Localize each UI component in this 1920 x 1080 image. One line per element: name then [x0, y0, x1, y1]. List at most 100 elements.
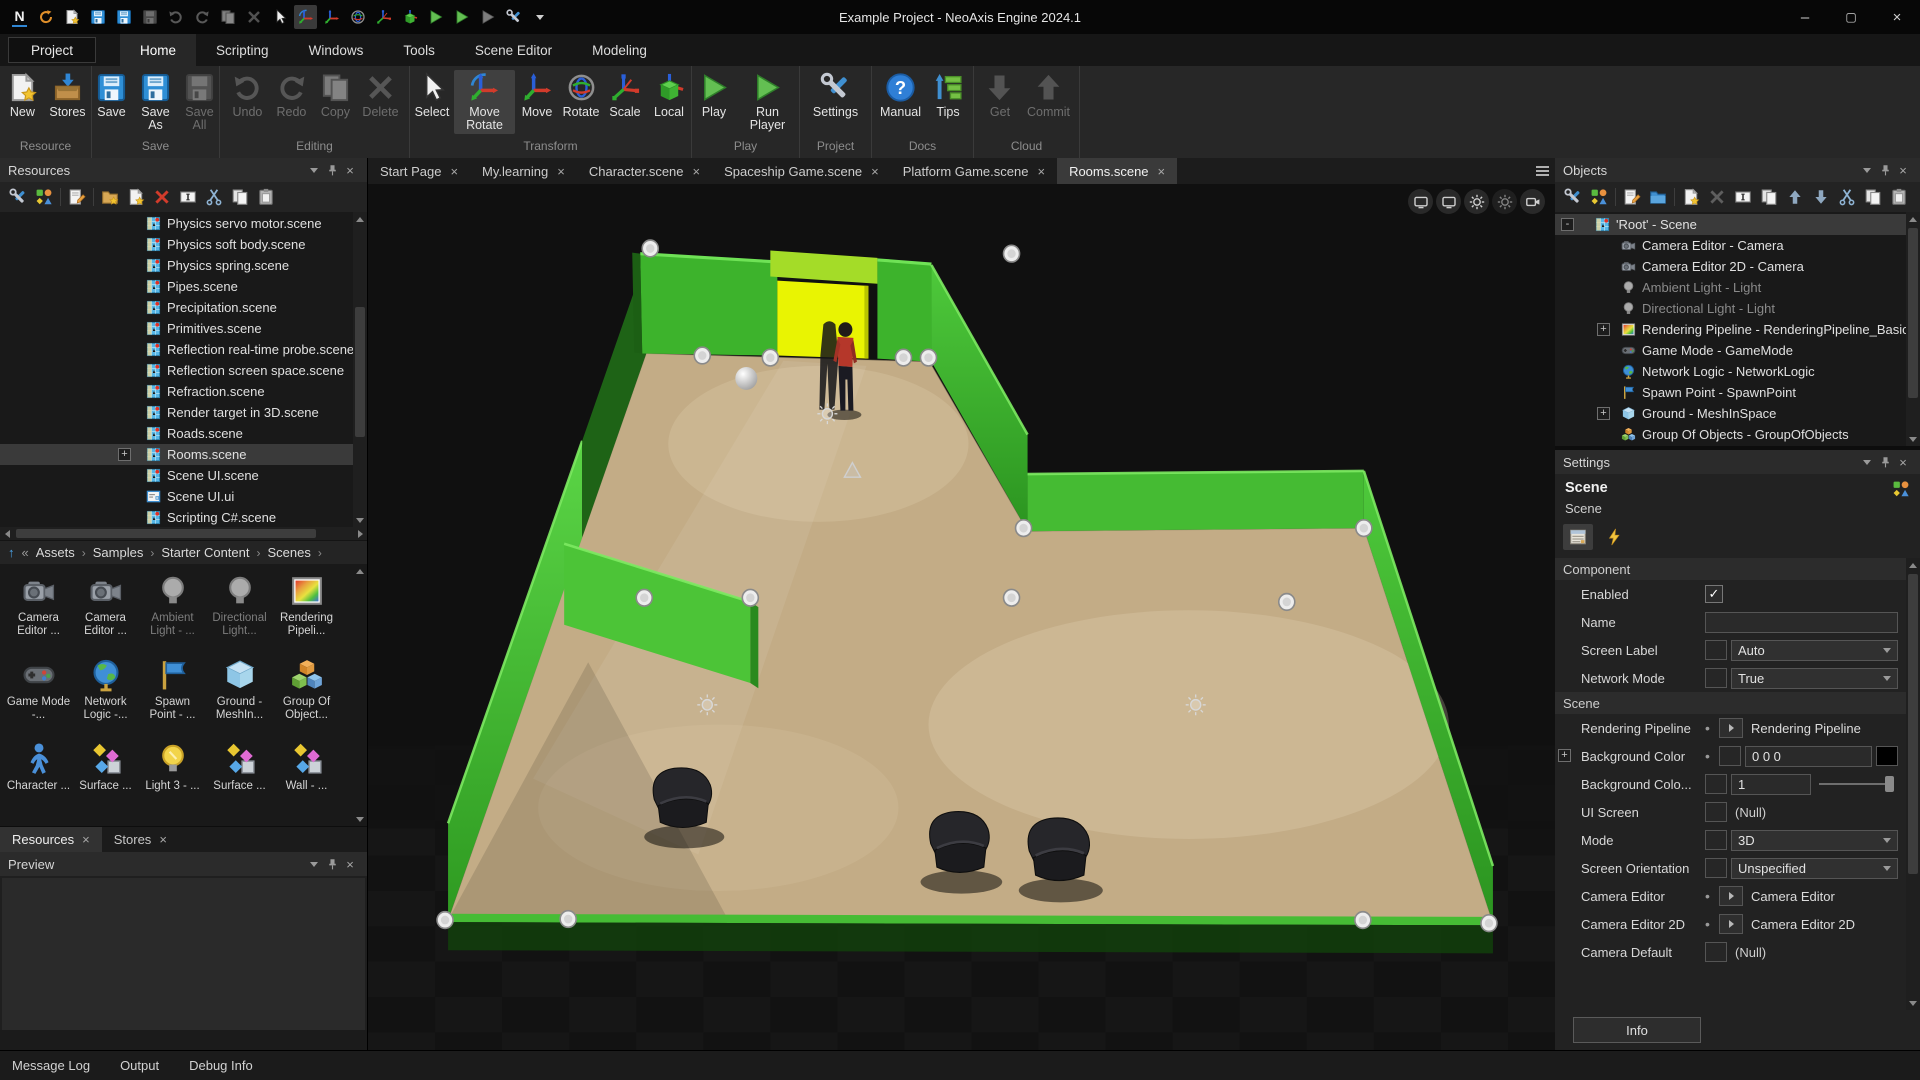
local-button[interactable]: Local [647, 70, 691, 121]
status-output[interactable]: Output [120, 1058, 159, 1073]
run-player-button[interactable]: Run Player [736, 70, 799, 134]
tree-item[interactable]: +Rendering Pipeline - RenderingPipeline_… [1555, 319, 1920, 340]
mode-dropdown[interactable]: 3D [1731, 830, 1898, 851]
asset-item[interactable]: Wall - ... [273, 740, 340, 824]
move-down-icon[interactable] [1811, 187, 1831, 207]
menu-tab-modeling[interactable]: Modeling [572, 34, 667, 66]
options-icon[interactable] [8, 187, 28, 207]
tree-horizontal-scrollbar[interactable] [0, 527, 367, 540]
redo-icon[interactable] [190, 5, 213, 29]
tab-my-learning[interactable]: My.learning [470, 158, 577, 184]
play-button[interactable]: Play [692, 70, 736, 121]
new-object-icon[interactable] [1681, 187, 1701, 207]
breadcrumb-item[interactable]: Samples [93, 545, 144, 560]
move-rotate-tool-icon[interactable] [294, 5, 317, 29]
close-icon[interactable] [1894, 453, 1912, 471]
tree-item[interactable]: Directional Light - Light [1555, 298, 1920, 319]
asset-item[interactable]: Surface ... [206, 740, 273, 824]
scroll-up-icon[interactable] [353, 212, 367, 226]
panel-menu-icon[interactable] [305, 855, 323, 873]
default-flag-box[interactable] [1705, 640, 1727, 660]
pin-icon[interactable] [323, 855, 341, 873]
dock-tab-resources[interactable]: Resources [0, 827, 102, 852]
scroll-down-icon[interactable] [1906, 996, 1920, 1010]
tree-item[interactable]: Reflection screen space.scene [0, 360, 367, 381]
objects-panel-header[interactable]: Objects [1555, 158, 1920, 182]
save-all-button[interactable]: Save All [178, 70, 222, 134]
asset-item[interactable]: Light 3 - ... [139, 740, 206, 824]
screen-orientation-dropdown[interactable]: Unspecified [1731, 858, 1898, 879]
paste-icon[interactable] [256, 187, 276, 207]
scroll-left-icon[interactable] [0, 527, 14, 540]
save-all-icon[interactable] [138, 5, 161, 29]
scroll-right-icon[interactable] [353, 527, 367, 540]
tree-item-root[interactable]: -'Root' - Scene [1555, 214, 1920, 235]
close-icon[interactable] [557, 164, 565, 179]
display-mode-2-icon[interactable] [1436, 189, 1461, 214]
run-player-icon[interactable] [450, 5, 473, 29]
tree-item[interactable]: Camera Editor - Camera [1555, 235, 1920, 256]
expander[interactable]: + [1597, 407, 1610, 420]
play-disabled-icon[interactable] [476, 5, 499, 29]
edit-icon[interactable] [67, 187, 87, 207]
asset-item[interactable]: Character ... [5, 740, 72, 824]
commit-button[interactable]: Commit [1022, 70, 1075, 121]
asset-item[interactable]: Directional Light... [206, 572, 273, 656]
scroll-down-icon[interactable] [1906, 432, 1920, 446]
tree-item[interactable]: Precipitation.scene [0, 297, 367, 318]
menu-tab-scripting[interactable]: Scripting [196, 34, 289, 66]
scroll-down-icon[interactable] [353, 812, 367, 826]
rename-icon[interactable] [1733, 187, 1753, 207]
maximize-button[interactable] [1828, 0, 1874, 34]
save-as-button[interactable]: Save As [134, 70, 178, 134]
tree-item[interactable]: Ambient Light - Light [1555, 277, 1920, 298]
tree-item-selected[interactable]: +Rooms.scene [0, 444, 367, 465]
asset-item[interactable]: Camera Editor ... [72, 572, 139, 656]
asset-item[interactable]: Spawn Point - ... [139, 656, 206, 740]
settings-icon[interactable] [502, 5, 525, 29]
default-flag-box[interactable] [1705, 802, 1727, 822]
panel-menu-icon[interactable] [1858, 161, 1876, 179]
asset-item[interactable]: Ground - MeshIn... [206, 656, 273, 740]
tree-item[interactable]: Scene UI.ui [0, 486, 367, 507]
expander[interactable]: - [1561, 218, 1574, 231]
tree-item[interactable]: Reflection real-time probe.scene [0, 339, 367, 360]
default-flag-box[interactable] [1705, 942, 1727, 962]
tree-item[interactable]: Render target in 3D.scene [0, 402, 367, 423]
close-icon[interactable] [159, 832, 167, 847]
scroll-down-icon[interactable] [353, 513, 367, 527]
expand-reference-button[interactable] [1719, 914, 1743, 934]
tree-item[interactable]: Roads.scene [0, 423, 367, 444]
tree-item[interactable]: Refraction.scene [0, 381, 367, 402]
tree-item[interactable]: Pipes.scene [0, 276, 367, 297]
asset-item[interactable]: Game Mode -... [5, 656, 72, 740]
toolbar-more-icon[interactable] [528, 5, 551, 29]
scroll-up-icon[interactable] [353, 564, 367, 578]
enabled-checkbox[interactable] [1705, 585, 1723, 603]
menu-tab-scene-editor[interactable]: Scene Editor [455, 34, 572, 66]
duplicate-icon[interactable] [1759, 187, 1779, 207]
tips-button[interactable]: Tips [926, 70, 970, 121]
select-button[interactable]: Select [410, 70, 454, 121]
asset-grid[interactable]: Camera Editor ... Camera Editor ... Ambi… [0, 564, 367, 826]
tab-character-scene[interactable]: Character.scene [577, 158, 712, 184]
value-slider[interactable] [1815, 774, 1898, 794]
events-tab[interactable] [1599, 524, 1629, 550]
expander[interactable]: + [118, 448, 131, 461]
copy-button[interactable]: Copy [313, 70, 357, 121]
menu-project-button[interactable]: Project [8, 37, 96, 63]
properties-tab[interactable] [1563, 524, 1593, 550]
info-button[interactable]: Info [1573, 1017, 1701, 1043]
grid-vertical-scrollbar[interactable] [353, 564, 367, 826]
tree-item[interactable]: +Ground - MeshInSpace [1555, 403, 1920, 424]
scale-button[interactable]: Scale [603, 70, 647, 121]
value-input[interactable]: 1 [1731, 774, 1811, 795]
tree-item[interactable]: Game Mode - GameMode [1555, 340, 1920, 361]
get-button[interactable]: Get [978, 70, 1022, 121]
close-icon[interactable] [1894, 161, 1912, 179]
rotate-tool-icon[interactable] [346, 5, 369, 29]
default-flag-box[interactable] [1705, 668, 1727, 688]
expander[interactable]: + [1597, 323, 1610, 336]
tree-item[interactable]: Scripting C#.scene [0, 507, 367, 527]
name-input[interactable] [1705, 612, 1898, 633]
